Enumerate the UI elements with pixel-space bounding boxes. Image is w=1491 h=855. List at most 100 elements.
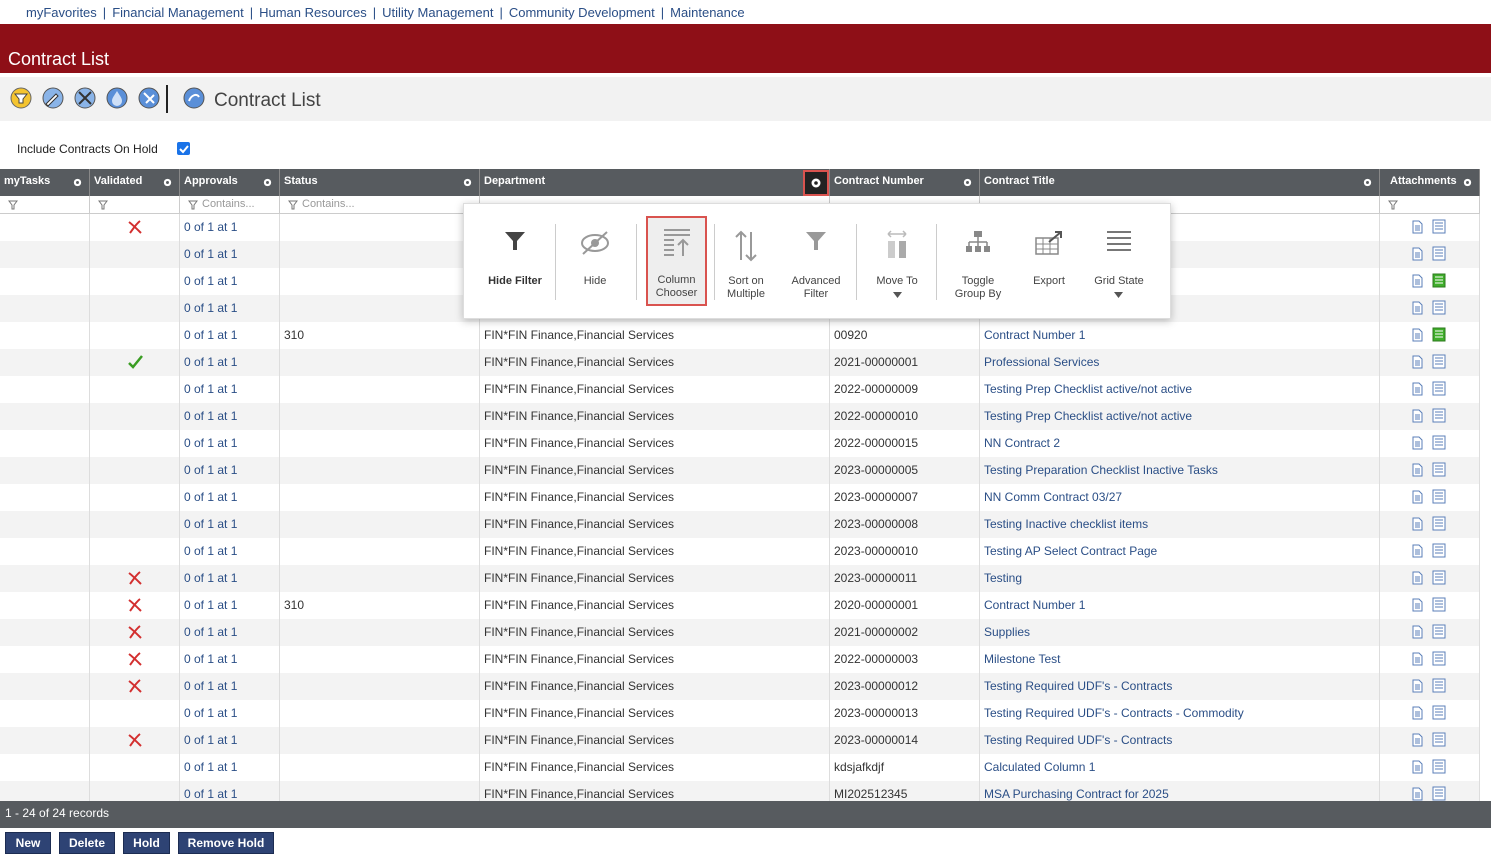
table-row[interactable]: 0 of 1 at 1 FIN*FIN Finance,Financial Ser…	[0, 457, 1480, 484]
gear-icon[interactable]	[162, 177, 173, 188]
filter-cell-validated[interactable]	[90, 196, 180, 214]
document-icon[interactable]	[1412, 679, 1423, 693]
notes-icon[interactable]	[1432, 624, 1446, 639]
contract-title-cell[interactable]: Milestone Test	[980, 646, 1380, 673]
drop-orb-icon[interactable]	[105, 86, 129, 110]
notes-icon[interactable]	[1432, 381, 1446, 396]
filter-cell-approvals[interactable]: Contains...	[180, 196, 280, 214]
contract-title-cell[interactable]: Testing Inactive checklist items	[980, 511, 1380, 538]
table-row[interactable]: 0 of 1 at 1 FIN*FIN Finance,Financial Ser…	[0, 511, 1480, 538]
document-icon[interactable]	[1412, 544, 1423, 558]
approvals-cell[interactable]: 0 of 1 at 1	[180, 214, 280, 241]
table-row[interactable]: 0 of 1 at 1 310 FIN*FIN Finance,Financial …	[0, 592, 1480, 619]
approvals-cell[interactable]: 0 of 1 at 1	[180, 700, 280, 727]
contract-title-cell[interactable]: Professional Services	[980, 349, 1380, 376]
table-row[interactable]: 0 of 1 at 1 FIN*FIN Finance,Financial Ser…	[0, 646, 1480, 673]
include-on-hold-checkbox[interactable]	[177, 142, 190, 155]
column-header-validated[interactable]: Validated	[90, 169, 180, 196]
filter-icon[interactable]	[8, 200, 18, 210]
document-icon[interactable]	[1412, 247, 1423, 261]
gear-icon[interactable]	[72, 177, 83, 188]
document-icon[interactable]	[1412, 436, 1423, 450]
approvals-cell[interactable]: 0 of 1 at 1	[180, 241, 280, 268]
document-icon[interactable]	[1412, 733, 1423, 747]
notes-icon[interactable]	[1432, 678, 1446, 693]
approvals-cell[interactable]: 0 of 1 at 1	[180, 619, 280, 646]
approvals-cell[interactable]: 0 of 1 at 1	[180, 727, 280, 754]
advanced-filter-option[interactable]: Advanced Filter	[781, 204, 851, 320]
notes-icon[interactable]	[1432, 246, 1446, 261]
approvals-cell[interactable]: 0 of 1 at 1	[180, 484, 280, 511]
contract-title-cell[interactable]: Supplies	[980, 619, 1380, 646]
approvals-cell[interactable]: 0 of 1 at 1	[180, 268, 280, 295]
approvals-cell[interactable]: 0 of 1 at 1	[180, 511, 280, 538]
gear-icon[interactable]	[462, 177, 473, 188]
column-header-mytasks[interactable]: myTasks	[0, 169, 90, 196]
column-header-attachments[interactable]: Attachments	[1380, 169, 1480, 196]
export-option[interactable]: Export	[1014, 204, 1084, 320]
contract-title-cell[interactable]: NN Comm Contract 03/27	[980, 484, 1380, 511]
table-row[interactable]: 0 of 1 at 1 FIN*FIN Finance,Financial Ser…	[0, 727, 1480, 754]
contract-title-cell[interactable]: MSA Purchasing Contract for 2025	[980, 781, 1380, 801]
nav-financial-management[interactable]: Financial Management	[112, 5, 244, 20]
approvals-cell[interactable]: 0 of 1 at 1	[180, 673, 280, 700]
document-icon[interactable]	[1412, 328, 1423, 342]
remove-hold-button[interactable]: Remove Hold	[178, 832, 274, 854]
document-icon[interactable]	[1412, 220, 1423, 234]
table-row[interactable]: 0 of 1 at 1 FIN*FIN Finance,Financial Ser…	[0, 349, 1480, 376]
approvals-cell[interactable]: 0 of 1 at 1	[180, 322, 280, 349]
document-icon[interactable]	[1412, 598, 1423, 612]
column-header-contract-title[interactable]: Contract Title	[980, 169, 1380, 196]
table-row[interactable]: 0 of 1 at 1 FIN*FIN Finance,Financial Ser…	[0, 565, 1480, 592]
filter-cell-attachments[interactable]	[1380, 196, 1480, 214]
settings-orb-icon[interactable]	[137, 86, 161, 110]
edit-orb-icon[interactable]	[41, 86, 65, 110]
document-icon[interactable]	[1412, 382, 1423, 396]
contract-title-cell[interactable]: Calculated Column 1	[980, 754, 1380, 781]
table-row[interactable]: 0 of 1 at 1 FIN*FIN Finance,Financial Ser…	[0, 538, 1480, 565]
approvals-cell[interactable]: 0 of 1 at 1	[180, 565, 280, 592]
table-row[interactable]: 0 of 1 at 1 310 FIN*FIN Finance,Financial …	[0, 322, 1480, 349]
contract-title-cell[interactable]: Testing	[980, 565, 1380, 592]
contract-title-cell[interactable]: Testing AP Select Contract Page	[980, 538, 1380, 565]
nav-human-resources[interactable]: Human Resources	[259, 5, 367, 20]
nav-myfavorites[interactable]: myFavorites	[26, 5, 97, 20]
contract-title-cell[interactable]: Testing Required UDF's - Contracts	[980, 727, 1380, 754]
contract-title-cell[interactable]: Testing Prep Checklist active/not active	[980, 376, 1380, 403]
column-header-status[interactable]: Status	[280, 169, 480, 196]
approvals-cell[interactable]: 0 of 1 at 1	[180, 295, 280, 322]
contract-title-cell[interactable]: Testing Prep Checklist active/not active	[980, 403, 1380, 430]
gear-icon[interactable]	[262, 177, 273, 188]
notes-icon[interactable]	[1432, 543, 1446, 558]
table-row[interactable]: 0 of 1 at 1 FIN*FIN Finance,Financial Ser…	[0, 673, 1480, 700]
tools-orb-icon[interactable]	[73, 86, 97, 110]
notes-icon[interactable]	[1432, 516, 1446, 531]
filter-icon[interactable]	[1388, 200, 1398, 210]
gear-icon[interactable]	[962, 177, 973, 188]
table-row[interactable]: 0 of 1 at 1 FIN*FIN Finance,Financial Ser…	[0, 781, 1480, 801]
sort-multiple-option[interactable]: Sort on Multiple	[711, 204, 781, 320]
approvals-cell[interactable]: 0 of 1 at 1	[180, 592, 280, 619]
approvals-cell[interactable]: 0 of 1 at 1	[180, 349, 280, 376]
document-icon[interactable]	[1412, 355, 1423, 369]
table-row[interactable]: 0 of 1 at 1 FIN*FIN Finance,Financial Ser…	[0, 754, 1480, 781]
approvals-cell[interactable]: 0 of 1 at 1	[180, 376, 280, 403]
table-row[interactable]: 0 of 1 at 1 FIN*FIN Finance,Financial Ser…	[0, 403, 1480, 430]
gear-icon[interactable]	[1462, 177, 1473, 188]
notes-icon[interactable]	[1432, 570, 1446, 585]
contract-title-cell[interactable]: Testing Preparation Checklist Inactive T…	[980, 457, 1380, 484]
notes-icon[interactable]	[1432, 786, 1446, 801]
approvals-cell[interactable]: 0 of 1 at 1	[180, 754, 280, 781]
move-to-option[interactable]: Move To	[862, 204, 932, 320]
table-row[interactable]: 0 of 1 at 1 FIN*FIN Finance,Financial Ser…	[0, 700, 1480, 727]
filter-orb-icon[interactable]	[9, 86, 33, 110]
notes-icon[interactable]	[1432, 435, 1446, 450]
notes-icon[interactable]	[1432, 705, 1446, 720]
filter-icon[interactable]	[288, 200, 298, 210]
document-icon[interactable]	[1412, 706, 1423, 720]
table-row[interactable]: 0 of 1 at 1 FIN*FIN Finance,Financial Ser…	[0, 619, 1480, 646]
document-icon[interactable]	[1412, 760, 1423, 774]
column-chooser-option[interactable]: Column Chooser	[646, 216, 707, 306]
document-icon[interactable]	[1412, 517, 1423, 531]
document-icon[interactable]	[1412, 571, 1423, 585]
